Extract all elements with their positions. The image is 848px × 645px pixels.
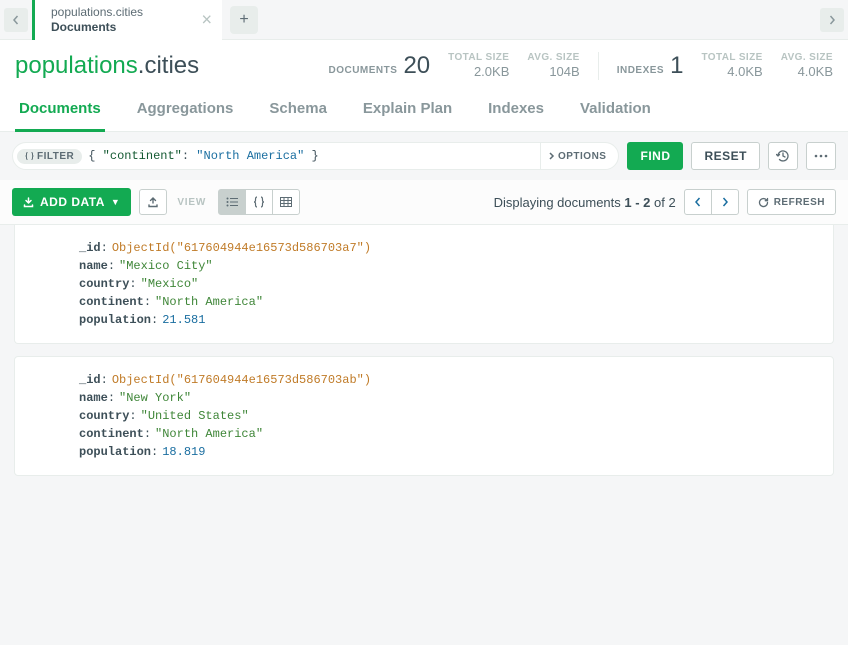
nav-prev[interactable] [4, 8, 28, 32]
stat-idx-avg-size: AVG. SIZE 4.0KB [781, 52, 833, 80]
document-field: country:"Mexico" [79, 275, 819, 293]
document-field: name:"Mexico City" [79, 257, 819, 275]
add-tab-button[interactable]: + [230, 6, 258, 34]
stat-idx-total-size: TOTAL SIZE 4.0KB [701, 52, 762, 80]
history-icon [776, 149, 790, 163]
tab-title: populations.cities [51, 5, 182, 19]
filter-query: { "continent": "North America" } [88, 149, 540, 163]
refresh-button[interactable]: REFRESH [747, 189, 836, 215]
filter-input[interactable]: FILTER { "continent": "North America" } … [12, 142, 619, 170]
sub-tabs: Documents Aggregations Schema Explain Pl… [0, 90, 848, 132]
import-button[interactable] [139, 189, 167, 215]
active-tab[interactable]: populations.cities Documents × [32, 0, 222, 40]
stat-total-size: TOTAL SIZE 2.0KB [448, 52, 509, 80]
table-icon [280, 197, 292, 207]
collection-name: cities [144, 52, 199, 79]
chevron-left-icon [694, 197, 702, 207]
view-switcher [218, 189, 300, 215]
find-button[interactable]: FIND [627, 142, 683, 170]
add-data-button[interactable]: ADD DATA ▼ [12, 188, 131, 216]
nav-next[interactable] [820, 8, 844, 32]
upload-icon [147, 196, 159, 208]
braces-icon [25, 152, 34, 161]
reset-button[interactable]: RESET [691, 142, 760, 170]
namespace-title: populations.cities [15, 52, 199, 80]
pager-buttons [684, 189, 739, 215]
tab-validation[interactable]: Validation [576, 90, 655, 132]
tab-subtitle: Documents [51, 20, 182, 34]
pager-prev-button[interactable] [684, 189, 712, 215]
document-field: _id:ObjectId("617604944e16573d586703a7") [79, 239, 819, 257]
document-field: name:"New York" [79, 389, 819, 407]
header-stats: DOCUMENTS 20 TOTAL SIZE 2.0KB AVG. SIZE … [328, 52, 833, 80]
view-table-button[interactable] [272, 189, 300, 215]
database-name[interactable]: populations [15, 52, 138, 79]
caret-right-icon [549, 152, 555, 160]
list-icon [226, 197, 238, 207]
collection-header: populations.cities DOCUMENTS 20 TOTAL SI… [0, 40, 848, 90]
filter-bar: FILTER { "continent": "North America" } … [0, 132, 848, 180]
view-label: VIEW [177, 197, 206, 208]
refresh-icon [758, 197, 769, 208]
document-field: continent:"North America" [79, 425, 819, 443]
documents-list: _id:ObjectId("617604944e16573d586703a7")… [0, 225, 848, 645]
document-field: population:21.581 [79, 311, 819, 329]
view-json-button[interactable] [245, 189, 273, 215]
tab-schema[interactable]: Schema [265, 90, 331, 132]
document-field: _id:ObjectId("617604944e16573d586703ab") [79, 371, 819, 389]
document-card[interactable]: _id:ObjectId("617604944e16573d586703a7")… [14, 225, 834, 344]
braces-icon [253, 196, 265, 208]
close-icon[interactable]: × [201, 9, 212, 30]
tab-explain-plan[interactable]: Explain Plan [359, 90, 456, 132]
document-field: continent:"North America" [79, 293, 819, 311]
pager-text: Displaying documents 1 - 2 of 2 [494, 195, 676, 210]
caret-down-icon: ▼ [111, 197, 120, 207]
tab-indexes[interactable]: Indexes [484, 90, 548, 132]
filter-badge: FILTER [17, 149, 82, 164]
view-list-button[interactable] [218, 189, 246, 215]
download-icon [23, 197, 34, 208]
document-card[interactable]: _id:ObjectId("617604944e16573d586703ab")… [14, 356, 834, 476]
tab-documents[interactable]: Documents [15, 90, 105, 132]
history-button[interactable] [768, 142, 798, 170]
chevron-right-icon [721, 197, 729, 207]
tab-aggregations[interactable]: Aggregations [133, 90, 238, 132]
more-button[interactable] [806, 142, 836, 170]
tab-bar: populations.cities Documents × + [0, 0, 848, 40]
documents-toolbar: ADD DATA ▼ VIEW Displaying documents 1 -… [0, 180, 848, 225]
stat-avg-size: AVG. SIZE 104B [527, 52, 579, 80]
document-field: population:18.819 [79, 443, 819, 461]
ellipsis-icon [814, 154, 828, 158]
stat-indexes: INDEXES 1 [617, 52, 684, 80]
document-field: country:"United States" [79, 407, 819, 425]
pager-next-button[interactable] [711, 189, 739, 215]
options-button[interactable]: OPTIONS [540, 143, 615, 169]
stat-documents: DOCUMENTS 20 [328, 52, 430, 80]
